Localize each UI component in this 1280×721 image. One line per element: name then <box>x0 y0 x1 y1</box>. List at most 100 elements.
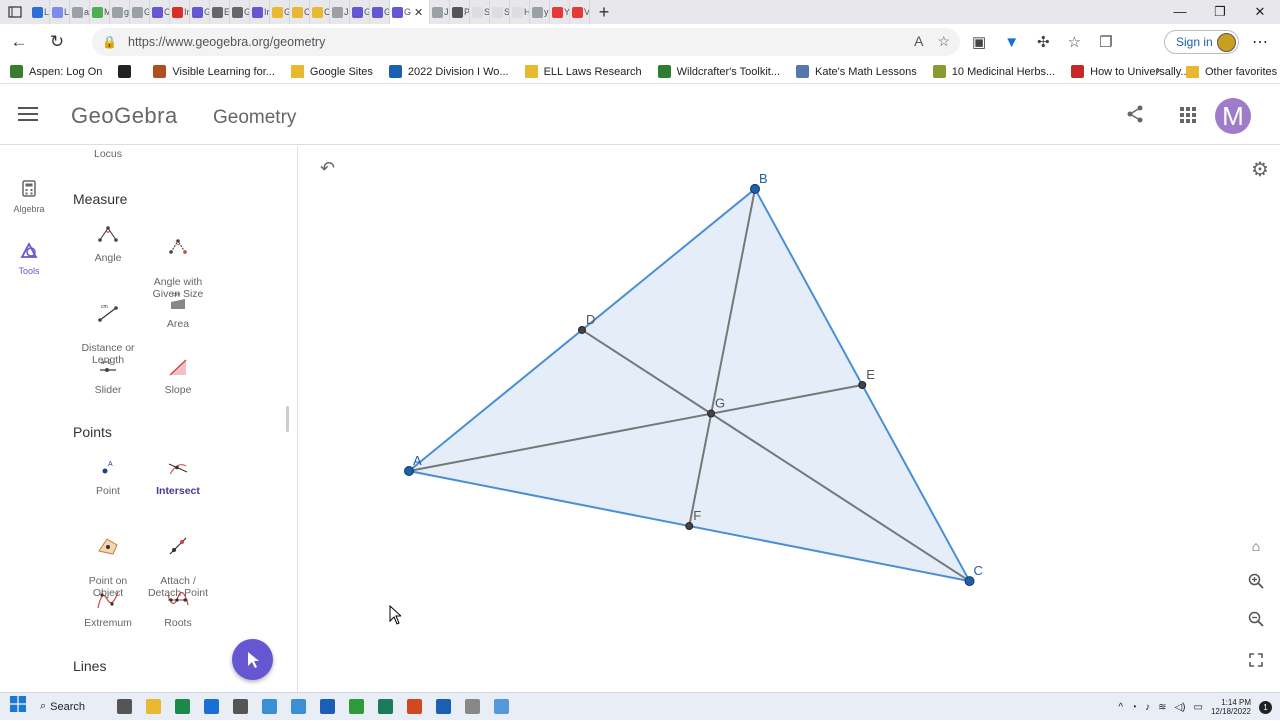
chevron-up-icon[interactable]: ^ <box>1118 702 1123 713</box>
tab[interactable]: S <box>490 0 510 24</box>
refresh-icon[interactable]: ↻ <box>38 32 76 52</box>
tab[interactable]: G <box>190 0 210 24</box>
tab[interactable]: G <box>130 0 150 24</box>
tab[interactable]: H <box>510 0 530 24</box>
point-d[interactable] <box>578 325 586 334</box>
point-f[interactable] <box>685 522 694 531</box>
notification-badge[interactable]: 1 <box>1259 700 1272 714</box>
tab[interactable]: C <box>290 0 310 24</box>
tab[interactable]: Jc <box>430 0 450 24</box>
tab[interactable]: In <box>170 0 190 24</box>
graphics-view[interactable]: A B C D E F G <box>299 146 1280 692</box>
taskbar-app-icon[interactable] <box>487 697 516 717</box>
bookmark-item[interactable]: ELL Laws Research <box>524 65 642 78</box>
taskbar-search[interactable]: ⌕ Search <box>40 700 110 713</box>
bookmark-item[interactable]: Kate's Math Lessons <box>796 65 917 78</box>
back-icon[interactable]: ← <box>0 32 38 52</box>
taskbar-app-icon[interactable] <box>255 697 284 717</box>
tab[interactable]: Li <box>30 0 50 24</box>
tab[interactable]: G <box>230 0 250 24</box>
taskbar-app-icon[interactable] <box>284 697 313 717</box>
tab[interactable]: V <box>570 0 590 24</box>
undo-icon[interactable]: ↶ <box>320 158 335 179</box>
tab[interactable]: S <box>470 0 490 24</box>
start-button[interactable] <box>0 696 36 717</box>
tool-slope[interactable]: Slope <box>142 356 214 396</box>
panel-scrollbar[interactable] <box>286 406 289 432</box>
tab[interactable]: Pi <box>450 0 470 24</box>
minimize-button[interactable]: — <box>1160 0 1200 24</box>
bookmark-item[interactable] <box>118 65 137 78</box>
bookmark-item[interactable]: Visible Learning for... <box>153 65 275 78</box>
tab[interactable]: ai <box>70 0 90 24</box>
zoom-out-icon[interactable] <box>1245 611 1267 633</box>
taskbar-app-icon[interactable] <box>139 697 168 717</box>
taskbar-app-icon[interactable] <box>313 697 342 717</box>
settings-gear-icon[interactable]: ⚙ <box>1251 157 1269 182</box>
tool-point-on-object[interactable]: Point on Object <box>72 523 144 599</box>
tool-angle[interactable]: Angle <box>72 224 144 264</box>
collections-icon[interactable]: ❐ <box>1099 33 1112 51</box>
sign-in-button[interactable]: Sign in <box>1164 30 1239 54</box>
taskbar-app-icon[interactable] <box>226 697 255 717</box>
tab[interactable]: yi <box>530 0 550 24</box>
tab[interactable]: gi <box>110 0 130 24</box>
tool-locus[interactable]: Locus <box>72 148 144 160</box>
tool-slider[interactable]: a=2 Slider <box>72 356 144 396</box>
restore-button[interactable]: ❐ <box>1200 0 1240 24</box>
tab[interactable]: Ir <box>250 0 270 24</box>
bookmark-item[interactable]: 2022 Division I Wo... <box>388 65 509 78</box>
bookmark-item[interactable]: Wildcrafter's Toolkit... <box>657 65 780 78</box>
bookmark-item[interactable]: How to Universally... <box>1071 65 1190 78</box>
taskbar-app-icon[interactable] <box>110 697 139 717</box>
tab-active[interactable]: G ✕ <box>390 0 430 24</box>
microphone-icon[interactable]: ♪ <box>1145 702 1150 713</box>
tool-extremum[interactable]: Extremum <box>72 589 144 629</box>
extensions-puzzle-icon[interactable]: ✣ <box>1037 33 1050 51</box>
network-icon[interactable]: ◔ <box>1131 702 1137 713</box>
tab[interactable]: M <box>90 0 110 24</box>
construction-canvas[interactable]: A B C D E F G <box>299 146 1280 692</box>
wifi-icon[interactable]: ≋ <box>1158 702 1166 713</box>
tool-area[interactable]: cm² Area <box>142 290 214 330</box>
url-field[interactable]: 🔒 https://www.geogebra.org/geometry A ☆ <box>92 28 960 56</box>
zoom-in-icon[interactable] <box>1245 573 1267 595</box>
bookmark-item[interactable]: 10 Medicinal Herbs... <box>932 65 1055 78</box>
tab[interactable]: Jc <box>330 0 350 24</box>
tools-toggle-button[interactable] <box>232 639 273 680</box>
tab[interactable]: G <box>350 0 370 24</box>
tool-attach-detach-point[interactable]: Attach / Detach Point <box>142 523 214 599</box>
close-window-button[interactable]: ✕ <box>1240 0 1280 24</box>
tool-angle-with-given-size[interactable]: Angle with Given Size <box>142 224 214 300</box>
tool-roots[interactable]: Roots <box>142 589 214 629</box>
tab-actions-icon[interactable] <box>0 0 30 24</box>
home-view-icon[interactable]: ⌂ <box>1245 535 1267 557</box>
bookmark-item[interactable]: Google Sites <box>290 65 373 78</box>
tab[interactable]: Li <box>50 0 70 24</box>
taskbar-app-icon[interactable] <box>197 697 226 717</box>
tab[interactable]: Yi <box>550 0 570 24</box>
extension-icon[interactable]: ▣ <box>972 33 986 51</box>
taskbar-app-icon[interactable] <box>168 697 197 717</box>
tool-intersect[interactable]: Intersect <box>142 457 214 497</box>
fullscreen-icon[interactable] <box>1245 651 1267 673</box>
taskbar-app-icon[interactable] <box>371 697 400 717</box>
clock[interactable]: 1:14 PM 12/18/2022 <box>1211 698 1251 716</box>
geogebra-logo[interactable]: GeoGebra <box>71 103 178 129</box>
more-options-icon[interactable]: ⋯ <box>1252 32 1268 52</box>
taskbar-app-icon[interactable] <box>429 697 458 717</box>
battery-icon[interactable]: ▭ <box>1194 702 1203 713</box>
taskbar-app-icon[interactable] <box>458 697 487 717</box>
other-favorites[interactable]: Other favorites <box>1186 60 1277 84</box>
favorites-icon[interactable]: ☆ <box>1068 33 1081 51</box>
tab[interactable]: C <box>310 0 330 24</box>
read-aloud-icon[interactable]: A <box>914 33 923 50</box>
tab[interactable]: Cl <box>150 0 170 24</box>
share-icon[interactable] <box>1126 105 1144 128</box>
tab[interactable]: G <box>370 0 390 24</box>
tab[interactable]: Ei <box>210 0 230 24</box>
tool-distance-or-length[interactable]: cm Distance or Length <box>72 290 144 366</box>
add-favorite-icon[interactable]: ☆ <box>937 33 950 50</box>
apps-grid-icon[interactable] <box>1180 107 1196 123</box>
url-text[interactable]: https://www.geogebra.org/geometry <box>128 35 325 49</box>
